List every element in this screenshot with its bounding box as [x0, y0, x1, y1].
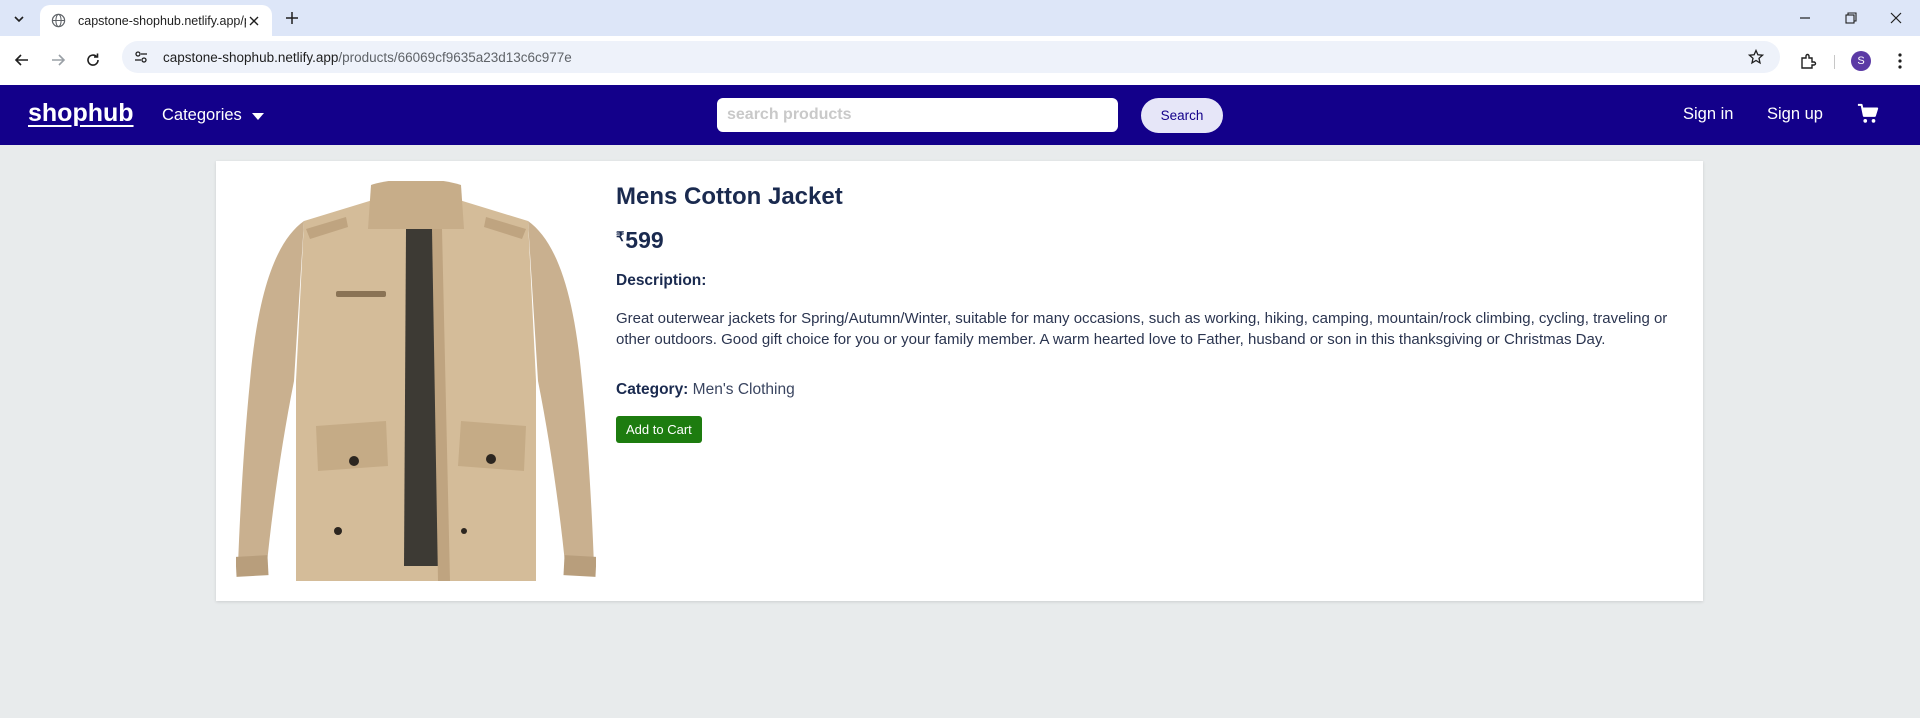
product-info: Mens Cotton Jacket ₹ 599 Description: Gr… [616, 183, 1676, 443]
price-value: 599 [625, 227, 664, 253]
categories-dropdown[interactable]: Categories [162, 106, 264, 125]
site-info-icon[interactable] [131, 47, 151, 67]
search-button[interactable]: Search [1141, 98, 1223, 133]
minimize-icon[interactable] [1790, 6, 1820, 30]
tab-search-icon[interactable] [8, 8, 30, 30]
cart-icon[interactable] [1857, 103, 1881, 127]
close-icon[interactable] [246, 13, 262, 29]
description-label: Description: [616, 272, 707, 289]
window-close-icon[interactable] [1881, 6, 1911, 30]
search-input[interactable] [717, 98, 1118, 132]
url-text: capstone-shophub.netlify.app/products/66… [163, 50, 572, 65]
categories-label: Categories [162, 106, 242, 124]
add-to-cart-button[interactable]: Add to Cart [616, 416, 702, 443]
profile-avatar[interactable]: S [1851, 51, 1871, 71]
address-bar[interactable]: capstone-shophub.netlify.app/products/66… [122, 41, 1780, 73]
restore-icon[interactable] [1836, 6, 1866, 30]
url-host: capstone-shophub.netlify.app [163, 49, 339, 65]
product-title: Mens Cotton Jacket [616, 183, 843, 210]
site-header: shophub Categories Search Sign in Sign u… [0, 85, 1920, 145]
jacket-image [235, 179, 597, 581]
extensions-icon[interactable] [1797, 50, 1819, 72]
toolbar-divider [1834, 55, 1835, 69]
sign-in-link[interactable]: Sign in [1683, 105, 1733, 124]
browser-toolbar: capstone-shophub.netlify.app/products/66… [0, 36, 1920, 85]
back-arrow-icon[interactable] [10, 48, 34, 72]
caret-down-icon [251, 112, 264, 120]
browser-tabstrip: capstone-shophub.netlify.app/p [0, 0, 1920, 36]
product-card: Mens Cotton Jacket ₹ 599 Description: Gr… [216, 161, 1703, 601]
category-value: Men's Clothing [692, 381, 795, 398]
currency-symbol: ₹ [616, 229, 625, 244]
forward-arrow-icon[interactable] [46, 48, 70, 72]
site-logo[interactable]: shophub [28, 99, 134, 128]
tab-title: capstone-shophub.netlify.app/p [78, 13, 246, 28]
url-path: /products/66069cf9635a23d13c6c977e [338, 49, 572, 65]
bookmark-star-icon[interactable] [1746, 47, 1766, 67]
description-text: Great outerwear jackets for Spring/Autum… [616, 310, 1668, 348]
more-menu-icon[interactable] [1892, 51, 1908, 71]
sign-up-link[interactable]: Sign up [1767, 105, 1823, 124]
category-line: Category: Men's Clothing [616, 381, 1676, 399]
reload-icon[interactable] [81, 48, 105, 72]
product-price: ₹ 599 [616, 227, 1676, 254]
category-label: Category: [616, 381, 689, 398]
new-tab-icon[interactable] [282, 8, 302, 28]
globe-icon [50, 13, 66, 29]
browser-tab[interactable]: capstone-shophub.netlify.app/p [40, 5, 272, 36]
